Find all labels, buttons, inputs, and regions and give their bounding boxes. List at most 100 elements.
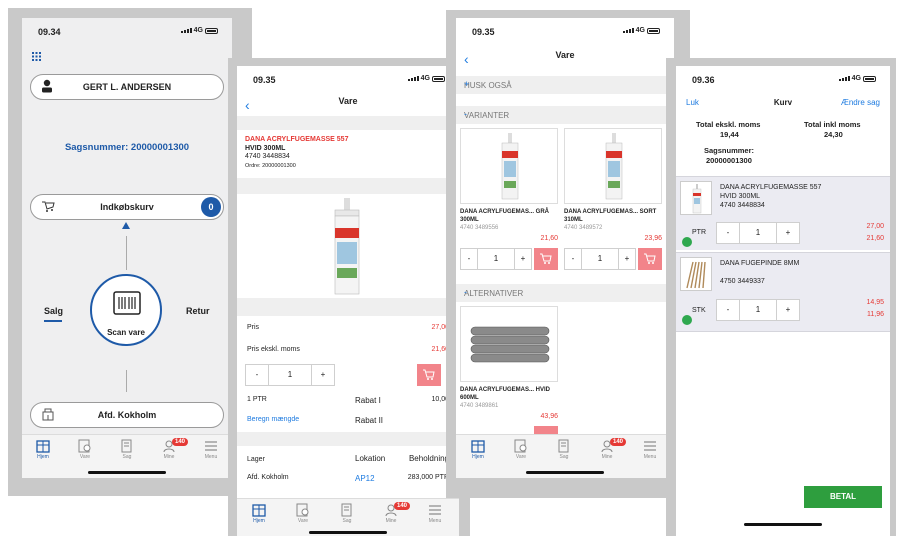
- increment-button[interactable]: +: [515, 249, 531, 269]
- connector-line-bottom: [126, 370, 127, 392]
- screen1-home: 09.34 4G GERT L. ANDERSEN Sagsnummer: 20…: [22, 18, 232, 478]
- quantity-value[interactable]: 1: [477, 249, 515, 269]
- back-chevron-icon[interactable]: ‹: [464, 51, 469, 67]
- tab-menu[interactable]: Menu: [630, 439, 670, 460]
- tab-label: Mine: [385, 518, 397, 524]
- network-type: 4G: [193, 27, 203, 34]
- discount1-row: 1 PTR Rabat I 10,00: [247, 396, 449, 405]
- increment-button[interactable]: +: [777, 223, 799, 243]
- quantity-value[interactable]: 1: [581, 249, 619, 269]
- quantity-value[interactable]: 1: [739, 223, 777, 243]
- tab-home[interactable]: Hjem: [239, 503, 279, 524]
- nav-bar: Luk Kurv Ændre sag: [676, 98, 890, 112]
- expand-toggle[interactable]: +: [464, 79, 666, 89]
- tab-menu[interactable]: Menu: [415, 503, 455, 524]
- add-to-cart-button[interactable]: [638, 248, 662, 270]
- sealant-tubes-bundle-image: [470, 326, 550, 363]
- signal-bars-icon: [180, 28, 192, 33]
- user-pill[interactable]: GERT L. ANDERSEN: [30, 74, 224, 100]
- tab-menu[interactable]: Menu: [191, 439, 231, 460]
- basket-item[interactable]: DANA FUGEPINDE 8MM 4750 3449337 STK - 1 …: [676, 252, 890, 332]
- variant-number: 4740 3489572: [564, 225, 603, 231]
- tab-case[interactable]: Sag: [327, 503, 367, 524]
- product-search-icon: [296, 503, 309, 517]
- tab-label: Menu: [204, 454, 218, 460]
- sales-tab-label[interactable]: Salg: [44, 306, 63, 316]
- quantity-value[interactable]: 1: [739, 300, 777, 320]
- network-type: 4G: [420, 75, 430, 82]
- increment-button[interactable]: +: [312, 365, 334, 385]
- item-info: DANA FUGEPINDE 8MM 4750 3449337: [720, 259, 799, 286]
- decrement-button[interactable]: -: [717, 223, 739, 243]
- section-remember-header[interactable]: HUSK OGSÅ +: [456, 76, 674, 94]
- quantity-stepper[interactable]: - 1 +: [716, 299, 800, 321]
- decrement-button[interactable]: -: [246, 365, 268, 385]
- variant-price: 21,60: [540, 235, 558, 242]
- battery-icon: [205, 27, 218, 34]
- discount2-row: Beregn mængde Rabat II: [247, 416, 449, 425]
- tab-case[interactable]: Sag: [544, 439, 584, 460]
- tab-product[interactable]: Vare: [283, 503, 323, 524]
- battery-icon: [863, 75, 876, 82]
- case-icon: [558, 439, 569, 453]
- tab-case[interactable]: Sag: [107, 439, 147, 460]
- stock-location[interactable]: AP12: [355, 474, 375, 483]
- apps-grid-icon[interactable]: [32, 52, 41, 61]
- increment-button[interactable]: +: [619, 249, 635, 269]
- product-search-icon: [514, 439, 527, 453]
- decrement-button[interactable]: -: [461, 249, 477, 269]
- decrement-button[interactable]: -: [565, 249, 581, 269]
- battery-icon: [432, 75, 445, 82]
- basket-pill[interactable]: Indkøbskurv 0: [30, 194, 224, 220]
- add-to-cart-button[interactable]: [534, 248, 558, 270]
- tab-mine[interactable]: Mine 140: [587, 438, 627, 460]
- user-avatar-icon: [42, 79, 52, 93]
- signal-bars-icon: [407, 76, 419, 81]
- quantity-stepper[interactable]: - 1 +: [716, 222, 800, 244]
- section-alternatives-header[interactable]: ALTERNATIVER -: [456, 284, 674, 302]
- basket-count-badge: 0: [201, 197, 221, 217]
- section-variants-header[interactable]: VARIANTER -: [456, 106, 674, 124]
- signal-indicator: 4G: [180, 27, 218, 34]
- variant-card[interactable]: DANA ACRYLFUGEMAS... SORT 310ML 4740 348…: [564, 128, 662, 242]
- item-variant: HVID 300ML: [720, 193, 761, 200]
- scan-button[interactable]: Scan vare: [90, 274, 162, 346]
- rabat1-label: Rabat I: [355, 396, 381, 405]
- basket-item[interactable]: DANA ACRYLFUGEMASSE 557 HVID 300ML 4740 …: [676, 176, 890, 250]
- tab-label: Sag: [559, 454, 569, 460]
- tab-product[interactable]: Vare: [65, 439, 105, 460]
- back-chevron-icon[interactable]: ‹: [245, 97, 250, 113]
- collapse-toggle[interactable]: -: [464, 109, 666, 119]
- department-pill[interactable]: Afd. Kokholm: [30, 402, 224, 428]
- screen4-basket: 09.36 4G Luk Kurv Ændre sag Total ekskl.…: [676, 66, 890, 536]
- add-to-cart-button[interactable]: [417, 364, 441, 386]
- tab-label: Mine: [163, 454, 175, 460]
- screen2-product: 09.35 4G ‹ Vare DANA ACRYLFUGEMASSE 557 …: [237, 66, 459, 536]
- calculate-quantity-link[interactable]: Beregn mængde: [247, 416, 299, 423]
- quantity-stepper[interactable]: - 1 +: [564, 248, 636, 270]
- variant-card[interactable]: DANA ACRYLFUGEMAS... GRÅ 300ML 4740 3489…: [460, 128, 558, 242]
- change-case-button[interactable]: Ændre sag: [841, 98, 880, 107]
- scan-label: Scan vare: [107, 328, 145, 337]
- tab-home[interactable]: Hjem: [458, 439, 498, 460]
- pay-button[interactable]: BETAL: [804, 486, 882, 508]
- tab-label: Hjem: [472, 454, 484, 460]
- tab-mine[interactable]: Mine 140: [149, 438, 189, 460]
- decrement-button[interactable]: -: [717, 300, 739, 320]
- case-label: Sagsnummer:: [704, 146, 755, 155]
- collapse-toggle[interactable]: -: [464, 287, 666, 297]
- return-tab-label[interactable]: Retur: [186, 306, 210, 316]
- quantity-value[interactable]: 1: [268, 365, 312, 385]
- tab-product[interactable]: Vare: [501, 439, 541, 460]
- alternative-card[interactable]: DANA ACRYLFUGEMAS... HVID 600ML 4740 348…: [460, 306, 558, 420]
- quantity-stepper[interactable]: - 1 +: [245, 364, 335, 386]
- tab-label: Hjem: [253, 518, 265, 524]
- rabat2-label: Rabat II: [355, 416, 384, 425]
- quantity-stepper[interactable]: - 1 +: [460, 248, 532, 270]
- tab-mine[interactable]: Mine 140: [371, 502, 411, 524]
- case-icon: [341, 503, 352, 517]
- total-ex-label: Total ekskl. moms: [696, 120, 761, 129]
- stock-header-warehouse: Lager: [247, 456, 265, 463]
- increment-button[interactable]: +: [777, 300, 799, 320]
- tab-home[interactable]: Hjem: [23, 439, 63, 460]
